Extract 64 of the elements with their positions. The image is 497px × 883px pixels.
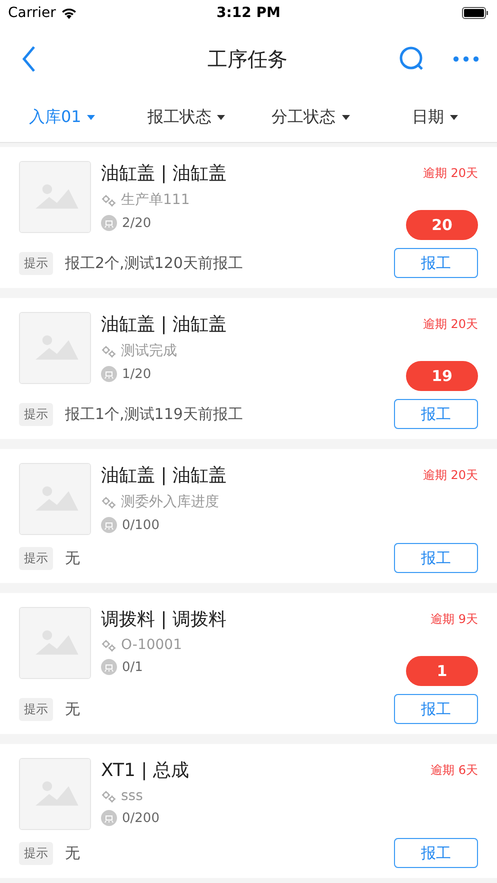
filter-tab[interactable]: 报工状态 — [124, 106, 248, 129]
search-button[interactable] — [399, 46, 425, 72]
hint-text: 无 — [65, 700, 81, 718]
hint-tag: 提示 — [19, 842, 53, 864]
task-title: 油缸盖 | 油缸盖 — [101, 313, 228, 336]
page-title: 工序任务 — [206, 46, 288, 72]
battery-icon — [462, 6, 489, 18]
progress-label: 0/100 — [122, 518, 160, 532]
clock: 3:12 PM — [216, 4, 280, 20]
task-title: XT1 | 总成 — [101, 759, 190, 782]
task-title: 调拨料 | 调拨料 — [101, 608, 228, 631]
hint-tag: 提示 — [19, 252, 53, 274]
order-label: O-10001 — [121, 637, 182, 653]
report-button[interactable]: 报工 — [394, 248, 478, 278]
gears-icon — [101, 194, 116, 206]
total-icon — [101, 810, 117, 826]
overdue-label: 逾期 20天 — [422, 165, 478, 182]
gears-icon — [101, 638, 116, 652]
report-button[interactable]: 报工 — [394, 838, 478, 868]
caret-icon — [217, 115, 226, 120]
hint-tag: 提示 — [19, 698, 53, 720]
hint-text: 报工2个,测试120天前报工 — [65, 254, 244, 272]
total-icon — [101, 659, 117, 675]
caret-icon — [342, 115, 350, 120]
progress-label: 1/20 — [122, 366, 152, 382]
overdue-label: 逾期 20天 — [422, 467, 478, 484]
task-title: 油缸盖 | 油缸盖 — [101, 162, 228, 185]
order-label: 测试完成 — [121, 342, 177, 360]
count-badge: 20 — [406, 210, 478, 240]
report-button[interactable]: 报工 — [394, 543, 478, 573]
hint-text: 报工1个,测试119天前报工 — [65, 404, 244, 424]
gears-icon — [101, 496, 116, 508]
overdue-label: 逾期 6天 — [430, 762, 478, 779]
overdue-label: 逾期 9天 — [430, 611, 478, 628]
filter-tab[interactable]: 日期 — [372, 106, 497, 129]
progress-label: 2/20 — [122, 216, 152, 230]
hint-text: 无 — [65, 548, 81, 568]
hint-tag: 提示 — [19, 546, 53, 570]
filter-tab[interactable]: 入库01 — [0, 106, 124, 129]
wifi-icon — [60, 6, 77, 18]
order-label: 测委外入库进度 — [121, 493, 219, 511]
total-icon — [101, 215, 117, 231]
hint-tag: 提示 — [19, 402, 53, 426]
task-title: 油缸盖 | 油缸盖 — [101, 464, 228, 487]
carrier-label: Carrier — [8, 4, 56, 20]
report-button[interactable]: 报工 — [394, 399, 478, 429]
order-label: sss — [121, 788, 143, 804]
filter-tab[interactable]: 分工状态 — [248, 106, 373, 129]
caret-icon — [87, 115, 96, 120]
caret-icon — [450, 115, 458, 120]
order-label: 生产单111 — [121, 191, 190, 209]
report-button[interactable]: 报工 — [394, 694, 478, 724]
gears-icon — [101, 344, 116, 358]
back-button[interactable] — [22, 45, 36, 73]
hint-text: 无 — [65, 844, 81, 862]
more-button[interactable] — [453, 56, 479, 62]
progress-label: 0/200 — [122, 810, 160, 826]
progress-label: 0/1 — [122, 660, 143, 674]
gears-icon — [101, 790, 116, 802]
count-badge: 19 — [406, 361, 478, 391]
overdue-label: 逾期 20天 — [422, 316, 478, 333]
count-badge: 1 — [406, 656, 478, 686]
total-icon — [101, 517, 117, 533]
total-icon — [101, 366, 117, 382]
